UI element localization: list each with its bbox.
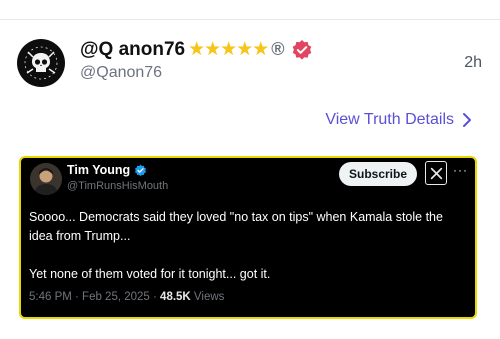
skull-avatar-icon (24, 46, 58, 80)
registered-icon: ® (271, 39, 285, 59)
embed-post-meta[interactable]: 5:46 PM · Feb 25, 2025 · 48.5K Views (29, 291, 224, 303)
more-icon[interactable]: ··· (453, 163, 468, 177)
view-truth-details-label: View Truth Details (325, 111, 454, 128)
chevron-right-icon (463, 113, 471, 127)
display-name[interactable]: @Q anon76 ★★★★★ ® (80, 38, 313, 61)
user-handle[interactable]: @Qanon76 (80, 64, 162, 82)
embed-author-name-text: Tim Young (67, 163, 131, 177)
x-logo-icon[interactable] (425, 161, 447, 185)
embed-author-avatar[interactable] (30, 163, 62, 195)
star-icon: ★★★★★ (188, 39, 269, 60)
verified-badge-icon (291, 39, 313, 61)
embed-author-name[interactable]: Tim Young (67, 163, 147, 177)
view-truth-details-link[interactable]: View Truth Details (325, 111, 472, 129)
post-timestamp[interactable]: 2h (464, 54, 482, 72)
embed-views-count: 48.5K (160, 291, 191, 303)
embedded-post[interactable]: Tim Young @TimRunsHisMouth Subscribe ···… (19, 156, 477, 319)
display-name-text: @Q anon76 (80, 38, 186, 60)
embed-post-date: 5:46 PM · Feb 25, 2025 · (29, 291, 161, 303)
embed-post-text: Soooo... Democrats said they loved "no t… (29, 210, 443, 281)
subscribe-button[interactable]: Subscribe (339, 162, 417, 186)
embed-views-label: Views (190, 291, 225, 303)
avatar[interactable] (17, 39, 65, 87)
top-divider (0, 19, 500, 20)
embed-author-handle[interactable]: @TimRunsHisMouth (67, 180, 168, 192)
verified-badge-icon (135, 164, 147, 176)
